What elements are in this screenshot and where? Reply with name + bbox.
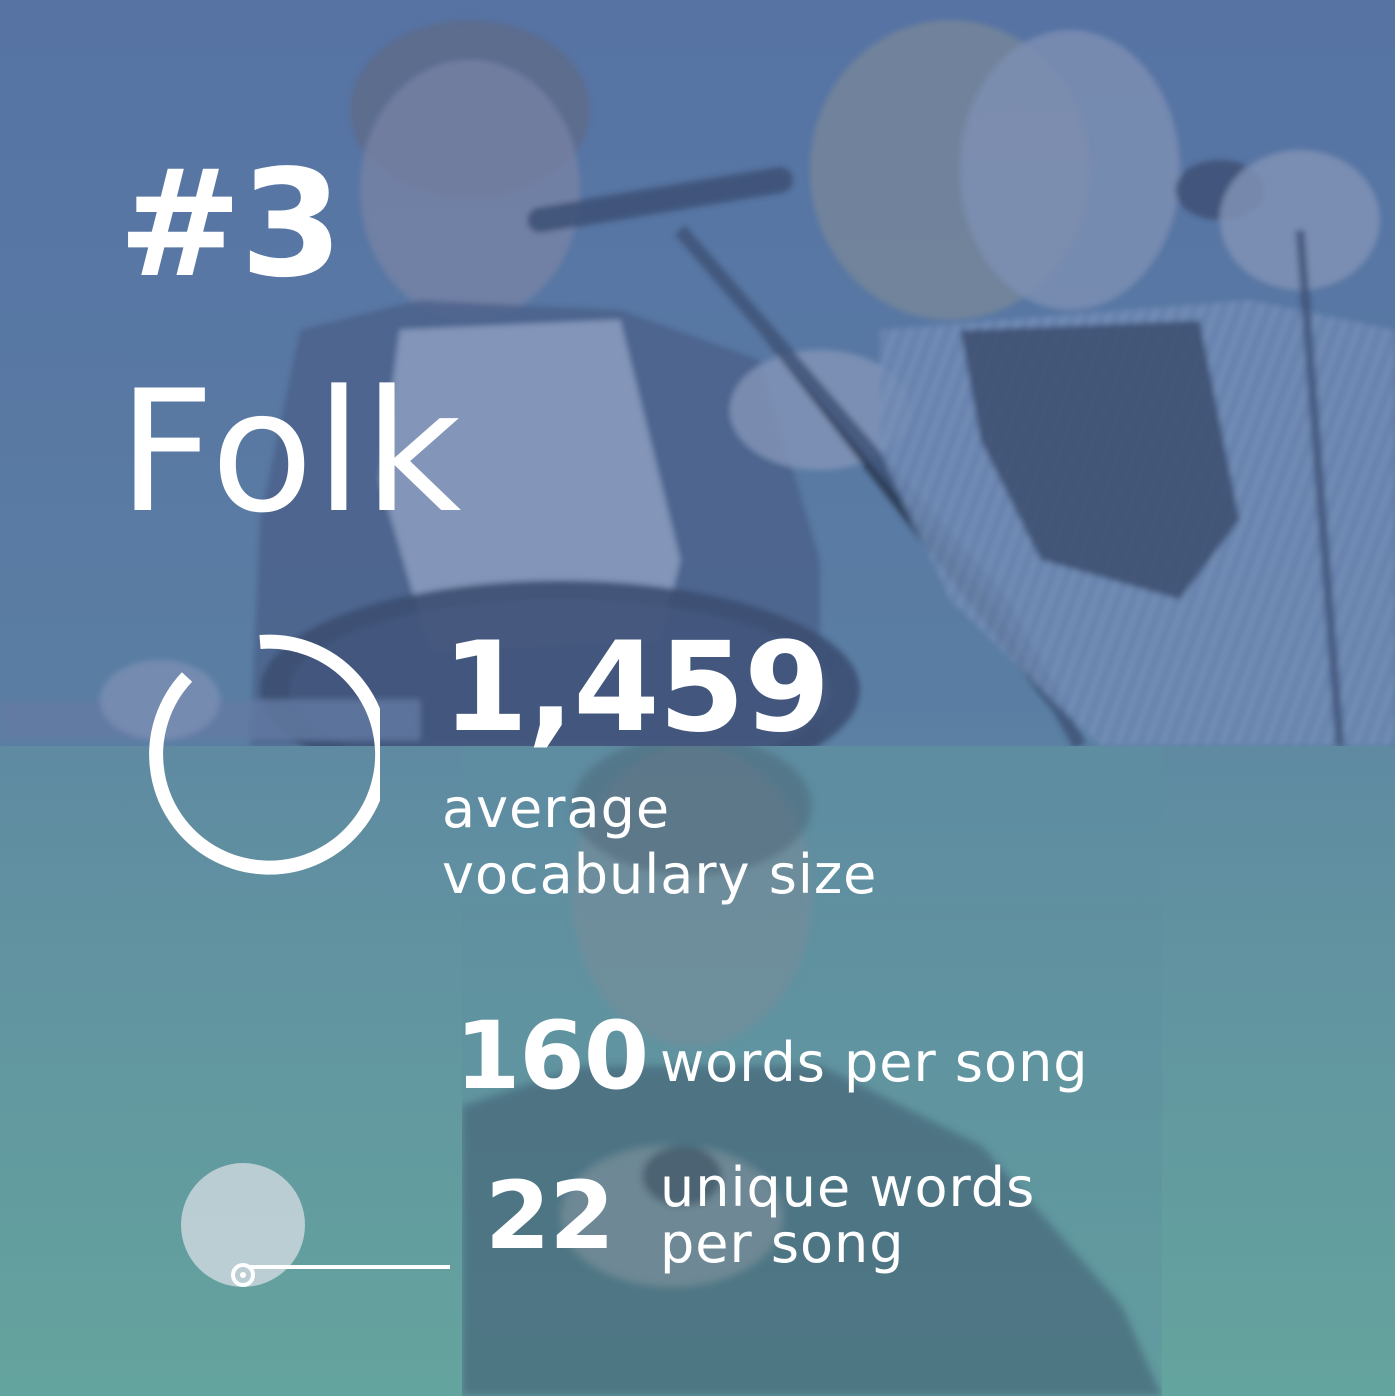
unique-words-label: unique words per song xyxy=(660,1160,1035,1272)
unique-words-value: 22 xyxy=(485,1162,615,1271)
vocabulary-size-value: 1,459 xyxy=(442,616,830,760)
vocabulary-size-label: average vocabulary size xyxy=(442,776,877,908)
rank-number: #3 xyxy=(118,138,343,310)
unique-label-line2: per song xyxy=(660,1212,905,1275)
dot-connector-icon xyxy=(181,1163,450,1287)
ring-gauge-icon xyxy=(149,634,380,875)
vocabulary-label-line2: vocabulary size xyxy=(442,843,878,906)
genre-title: Folk xyxy=(118,354,464,550)
infographic-card: #3 Folk 1,459 average vocabulary size 16… xyxy=(0,0,1395,1396)
words-per-song-label: words per song xyxy=(660,1031,1089,1094)
unique-label-line1: unique words xyxy=(660,1156,1036,1219)
words-per-song-value: 160 xyxy=(455,1002,649,1111)
vocabulary-label-line1: average xyxy=(442,777,671,840)
